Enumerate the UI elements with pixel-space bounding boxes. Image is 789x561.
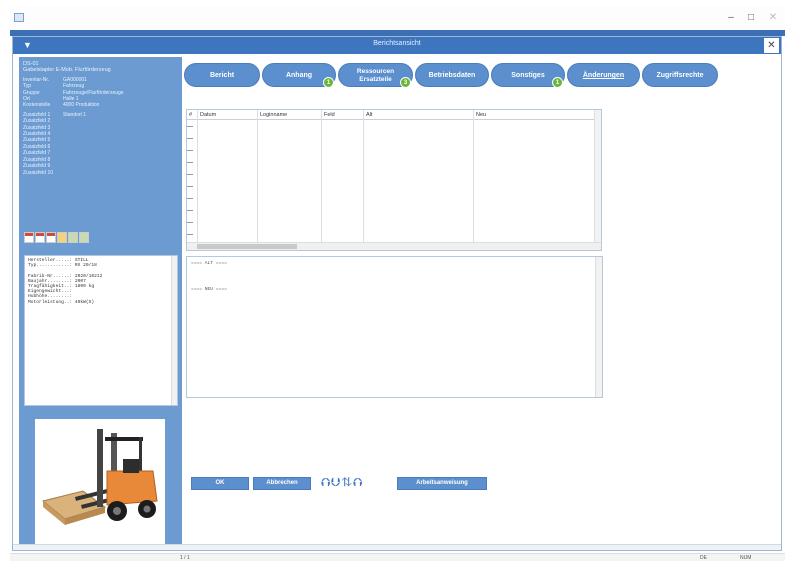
resources-count-badge: 3 xyxy=(400,77,411,88)
column-header-new[interactable]: Neu xyxy=(473,110,595,242)
column-header-field[interactable]: Feld xyxy=(321,110,363,242)
status-language: DE xyxy=(700,555,707,561)
asset-field-label: Kostenstelle xyxy=(23,102,51,109)
tab-label: Anhang xyxy=(285,72,313,79)
details-scrollbar[interactable] xyxy=(171,256,177,405)
tab-changes[interactable]: Änderungen xyxy=(567,63,640,87)
dialog-close-button[interactable]: ✕ xyxy=(764,38,779,53)
status-position: 1 / 1 xyxy=(180,555,190,561)
report-toolbar xyxy=(24,232,89,248)
ok-button[interactable]: OK xyxy=(191,477,249,490)
asset-photo xyxy=(35,419,165,547)
custom-field-row: Zusatzfeld 10 xyxy=(23,170,178,176)
table-vertical-scrollbar[interactable] xyxy=(594,110,601,242)
custom-field-value: Standort 1 xyxy=(63,111,87,118)
dialog-title: Berichtsansicht xyxy=(373,40,421,47)
column-header-login[interactable]: Loginname xyxy=(257,110,321,242)
report-dialog: ▼ Berichtsansicht ✕ DS-01 Gabelstapler E… xyxy=(12,36,782,551)
table-scroll-thumb[interactable] xyxy=(197,244,297,249)
dialog-titlebar: ▼ Berichtsansicht xyxy=(13,37,781,54)
minimize-button[interactable]: – xyxy=(722,11,740,25)
table-header: # Datum Loginname Feld Alt Neu xyxy=(187,110,595,242)
tab-label: Zugriffsrechte xyxy=(656,72,704,79)
other-count-badge: 1 xyxy=(552,77,563,88)
edit-icon[interactable] xyxy=(57,232,67,243)
change-detail-scrollbar[interactable] xyxy=(595,257,602,397)
asset-info: DS-01 Gabelstapler E-Mob. Flurförderzeug… xyxy=(23,61,178,176)
import-export-icons[interactable]: ⮉⮋⇅⮉ xyxy=(321,475,363,490)
tab-operating-data[interactable]: Betriebsdaten xyxy=(415,63,489,87)
cancel-button[interactable]: Abbrechen xyxy=(253,477,311,490)
tab-label: Betriebsdaten xyxy=(428,72,476,79)
tab-attachment[interactable]: Anhang 1 xyxy=(262,63,336,88)
window-close-button[interactable]: ✕ xyxy=(764,11,782,25)
column-header-old[interactable]: Alt xyxy=(363,110,473,242)
asset-field-value: 4000 Produktion xyxy=(63,102,100,109)
work-instruction-button[interactable]: Arbeitsanweisung xyxy=(397,477,487,490)
column-header-date[interactable]: Datum xyxy=(197,110,257,242)
table-horizontal-scrollbar[interactable] xyxy=(187,242,601,250)
window-titlebar: – □ ✕ xyxy=(10,6,785,32)
tab-resources[interactable]: Ressourcen Ersatzteile 3 xyxy=(338,63,413,88)
status-bar: 1 / 1 DE NUM xyxy=(10,553,785,561)
asset-fields: Inventar-Nr. GA000001 Typ Fahrzeug Gruppe Fah… xyxy=(23,77,178,109)
pdf-history-icon[interactable] xyxy=(35,232,45,243)
change-detail-text[interactable]: ==== ALT ==== ==== NEU ==== xyxy=(186,256,603,398)
tab-label: Bericht xyxy=(209,72,235,79)
asset-details-content: Hersteller.....: STILL Typ............: … xyxy=(28,258,103,305)
asset-name: Gabelstapler E-Mob. Flurförderzeug xyxy=(23,67,111,74)
attachment-count-badge: 1 xyxy=(323,77,334,88)
checklist-icon[interactable] xyxy=(68,232,78,243)
tab-label: Änderungen xyxy=(582,72,625,79)
row-markers xyxy=(187,120,193,242)
tab-access-rights[interactable]: Zugriffsrechte xyxy=(642,63,718,87)
tab-label: Sonstiges xyxy=(511,72,545,79)
asset-custom-fields: Zusatzfeld 1 Standort 1 Zusatzfeld 2 Zusatz… xyxy=(23,112,178,176)
tab-other[interactable]: Sonstiges 1 xyxy=(491,63,565,88)
pdf-report-icon[interactable] xyxy=(24,232,34,243)
pdf-export-icon[interactable] xyxy=(46,232,56,243)
maximize-button[interactable]: □ xyxy=(742,11,760,25)
tab-report[interactable]: Bericht xyxy=(184,63,260,87)
custom-field-label: Zusatzfeld 10 xyxy=(23,169,54,176)
asset-details-text[interactable]: Hersteller.....: STILL Typ............: … xyxy=(24,255,178,406)
status-numlock: NUM xyxy=(740,555,752,561)
app-icon xyxy=(14,13,24,22)
old-values-marker: ==== ALT ==== xyxy=(191,261,227,266)
changes-table[interactable]: # Datum Loginname Feld Alt Neu xyxy=(186,109,602,251)
approve-icon[interactable] xyxy=(79,232,89,243)
asset-info-panel: DS-01 Gabelstapler E-Mob. Flurförderzeug… xyxy=(19,57,182,547)
tab-label: Ressourcen Ersatzteile xyxy=(356,68,395,83)
new-values-marker: ==== NEU ==== xyxy=(191,287,227,292)
dialog-horizontal-scrollbar[interactable] xyxy=(13,544,781,550)
